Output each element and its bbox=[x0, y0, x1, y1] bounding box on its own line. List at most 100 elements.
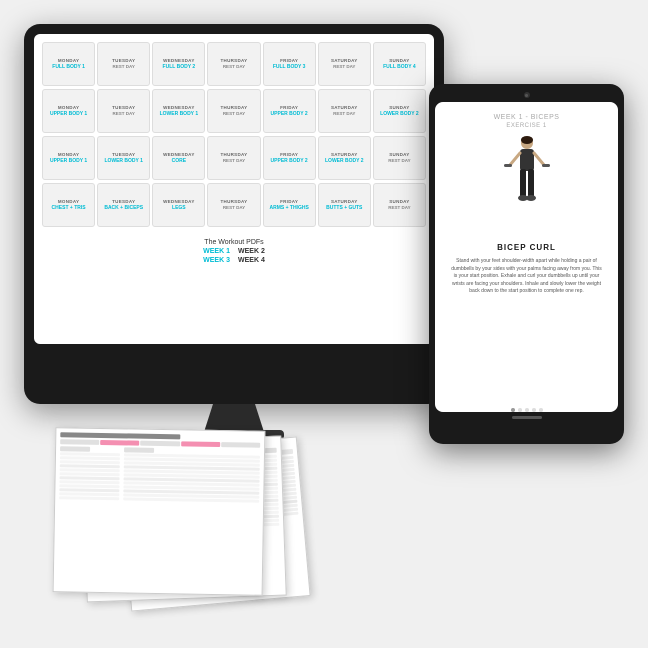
cal-workout-label: REST DAY bbox=[210, 111, 257, 117]
calendar-row: MONDAYCHEST + TRISTUESDAYBACK + BICEPSWE… bbox=[42, 183, 426, 227]
cal-workout-label: REST DAY bbox=[321, 64, 368, 70]
cal-day-label: THURSDAY bbox=[210, 105, 257, 110]
cal-workout-label: FULL BODY 2 bbox=[155, 64, 202, 71]
calendar-cell: SATURDAYREST DAY bbox=[318, 42, 371, 86]
cal-workout-label: REST DAY bbox=[376, 205, 423, 211]
exercise-figure bbox=[502, 135, 552, 235]
calendar-cell: TUESDAYREST DAY bbox=[97, 42, 150, 86]
cal-workout-label: BACK + BICEPS bbox=[100, 205, 147, 212]
calendar-grid: MONDAYFULL BODY 1TUESDAYREST DAYWEDNESDA… bbox=[34, 34, 434, 235]
cal-day-label: FRIDAY bbox=[266, 199, 313, 204]
calendar-cell: WEDNESDAYFULL BODY 2 bbox=[152, 42, 205, 86]
cal-day-label: SUNDAY bbox=[376, 152, 423, 157]
week4-link[interactable]: WEEK 4 bbox=[238, 257, 265, 264]
dot-4 bbox=[532, 408, 536, 412]
cal-day-label: TUESDAY bbox=[100, 58, 147, 63]
calendar-cell: MONDAYFULL BODY 1 bbox=[42, 42, 95, 86]
cal-workout-label: CHEST + TRIS bbox=[45, 205, 92, 212]
cal-workout-label: UPPER BODY 2 bbox=[266, 158, 313, 165]
calendar-cell: SATURDAYBUTTS + GUTS bbox=[318, 183, 371, 227]
calendar-cell: MONDAYUPPER BODY 1 bbox=[42, 136, 95, 180]
calendar-cell: TUESDAYREST DAY bbox=[97, 89, 150, 133]
calendar-cell: SATURDAYLOWER BODY 2 bbox=[318, 136, 371, 180]
calendar-cell: SUNDAYREST DAY bbox=[373, 183, 426, 227]
dot-3 bbox=[525, 408, 529, 412]
cal-workout-label: FULL BODY 4 bbox=[376, 64, 423, 71]
cal-day-label: SATURDAY bbox=[321, 58, 368, 63]
calendar-cell: FRIDAYARMS + THIGHS bbox=[263, 183, 316, 227]
cal-day-label: THURSDAY bbox=[210, 58, 257, 63]
cal-workout-label: REST DAY bbox=[100, 111, 147, 117]
calendar-cell: TUESDAYBACK + BICEPS bbox=[97, 183, 150, 227]
cal-day-label: THURSDAY bbox=[210, 199, 257, 204]
calendar-cell: THURSDAYREST DAY bbox=[207, 42, 260, 86]
cal-workout-label: REST DAY bbox=[100, 64, 147, 70]
calendar-cell: THURSDAYREST DAY bbox=[207, 183, 260, 227]
calendar-cell: FRIDAYUPPER BODY 2 bbox=[263, 89, 316, 133]
monitor: MONDAYFULL BODY 1TUESDAYREST DAYWEDNESDA… bbox=[24, 24, 444, 404]
calendar-cell: THURSDAYREST DAY bbox=[207, 89, 260, 133]
cal-workout-label: UPPER BODY 2 bbox=[266, 111, 313, 118]
cal-workout-label: REST DAY bbox=[321, 111, 368, 117]
cal-workout-label: LOWER BODY 1 bbox=[155, 111, 202, 118]
cal-workout-label: REST DAY bbox=[376, 158, 423, 164]
cal-workout-label: CORE bbox=[155, 158, 202, 165]
cal-workout-label: REST DAY bbox=[210, 64, 257, 70]
calendar-cell: WEDNESDAYLEGS bbox=[152, 183, 205, 227]
cal-workout-label: REST DAY bbox=[210, 205, 257, 211]
week-links-2: WEEK 3 WEEK 4 bbox=[42, 257, 426, 264]
cal-workout-label: LOWER BODY 2 bbox=[376, 111, 423, 118]
cal-workout-label: ARMS + THIGHS bbox=[266, 205, 313, 212]
calendar-cell: SATURDAYREST DAY bbox=[318, 89, 371, 133]
cal-day-label: TUESDAY bbox=[100, 152, 147, 157]
week-links: WEEK 1 WEEK 2 bbox=[42, 248, 426, 255]
calendar-cell: WEDNESDAYCORE bbox=[152, 136, 205, 180]
exercise-title: BICEP CURL bbox=[497, 243, 556, 252]
monitor-screen: MONDAYFULL BODY 1TUESDAYREST DAYWEDNESDA… bbox=[34, 34, 434, 344]
tablet-camera bbox=[524, 92, 530, 98]
dot-5 bbox=[539, 408, 543, 412]
cal-day-label: WEDNESDAY bbox=[155, 199, 202, 204]
calendar-cell: FRIDAYFULL BODY 3 bbox=[263, 42, 316, 86]
cal-day-label: TUESDAY bbox=[100, 105, 147, 110]
cal-day-label: MONDAY bbox=[45, 199, 92, 204]
cal-day-label: SUNDAY bbox=[376, 199, 423, 204]
dot-2 bbox=[518, 408, 522, 412]
cal-day-label: SATURDAY bbox=[321, 152, 368, 157]
cal-day-label: FRIDAY bbox=[266, 152, 313, 157]
cal-workout-label: LEGS bbox=[155, 205, 202, 212]
cal-day-label: TUESDAY bbox=[100, 199, 147, 204]
cal-day-label: WEDNESDAY bbox=[155, 105, 202, 110]
pagination-dots bbox=[435, 408, 618, 412]
pdf-document-3 bbox=[53, 427, 266, 596]
cal-workout-label: UPPER BODY 1 bbox=[45, 158, 92, 165]
dot-1 bbox=[511, 408, 515, 412]
calendar-row: MONDAYUPPER BODY 1 TUESDAYLOWER BODY 1 WED… bbox=[42, 136, 426, 180]
cal-workout-label: UPPER BODY 1 bbox=[45, 111, 92, 118]
tablet-home-bar bbox=[512, 416, 542, 419]
cal-workout-label: FULL BODY 3 bbox=[266, 64, 313, 71]
cal-day-label: WEDNESDAY bbox=[155, 58, 202, 63]
week3-link[interactable]: WEEK 3 bbox=[203, 257, 230, 264]
cal-day-label: MONDAY bbox=[45, 152, 92, 157]
cal-day-label: SUNDAY bbox=[376, 105, 423, 110]
cal-day-label: WEDNESDAY bbox=[155, 152, 202, 157]
cal-day-label: FRIDAY bbox=[266, 105, 313, 110]
week1-link[interactable]: WEEK 1 bbox=[203, 248, 230, 255]
cal-workout-label: BUTTS + GUTS bbox=[321, 205, 368, 212]
cal-day-label: SATURDAY bbox=[321, 105, 368, 110]
cal-workout-label: LOWER BODY 2 bbox=[321, 158, 368, 165]
pdf-title: The Workout PDFs bbox=[42, 239, 426, 246]
calendar-cell: WEDNESDAYLOWER BODY 1 bbox=[152, 89, 205, 133]
cal-day-label: SATURDAY bbox=[321, 199, 368, 204]
exercise-description: Stand with your feet shoulder-width apar… bbox=[445, 258, 608, 296]
cal-day-label: MONDAY bbox=[45, 105, 92, 110]
calendar-cell: THURSDAYREST DAY bbox=[207, 136, 260, 180]
calendar-cell: MONDAYCHEST + TRIS bbox=[42, 183, 95, 227]
calendar-cell: SUNDAYREST DAY bbox=[373, 136, 426, 180]
calendar-cell: SUNDAYFULL BODY 4 bbox=[373, 42, 426, 86]
cal-workout-label: LOWER BODY 1 bbox=[100, 158, 147, 165]
camera-dot bbox=[525, 94, 528, 97]
tablet: WEEK 1 - BICEPS EXERCISE 1 bbox=[429, 84, 624, 444]
week2-link[interactable]: WEEK 2 bbox=[238, 248, 265, 255]
